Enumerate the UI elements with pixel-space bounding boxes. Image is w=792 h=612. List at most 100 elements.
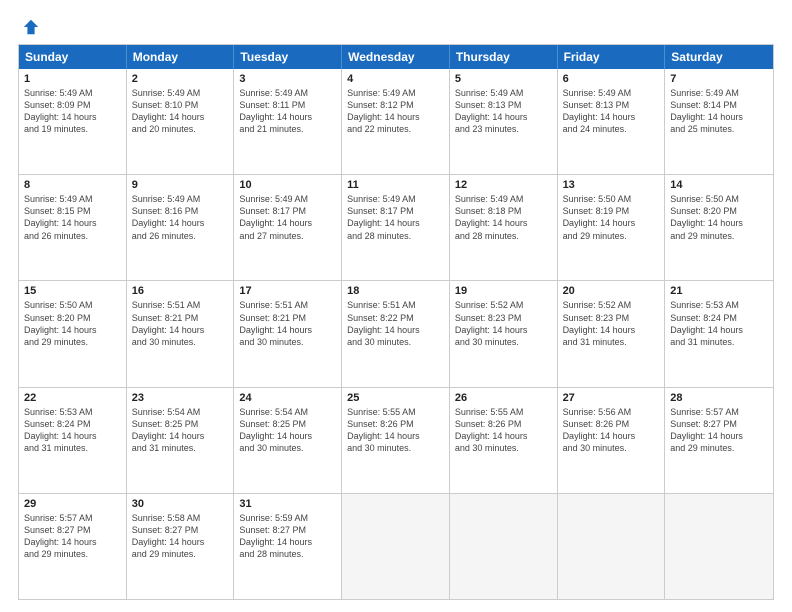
header-day-friday: Friday bbox=[558, 45, 666, 69]
day-cell-6: 6Sunrise: 5:49 AM Sunset: 8:13 PM Daylig… bbox=[558, 69, 666, 174]
day-number: 17 bbox=[239, 285, 336, 297]
header-day-sunday: Sunday bbox=[19, 45, 127, 69]
day-number: 30 bbox=[132, 498, 229, 510]
day-cell-20: 20 Sunrise: 5:52 AM Sunset: 8:23 PM Dayli… bbox=[558, 281, 666, 386]
day-number: 2 bbox=[132, 73, 229, 85]
day-number: 26 bbox=[455, 392, 552, 404]
calendar-row-1: 1 Sunrise: 5:49 AM Sunset: 8:09 PM Daylig… bbox=[19, 69, 773, 174]
day-cell-16: 16 Sunrise: 5:51 AM Sunset: 8:21 PM Dayli… bbox=[127, 281, 235, 386]
day-info: Sunrise: 5:49 AM Sunset: 8:16 PM Dayligh… bbox=[132, 193, 229, 242]
day-number: 28 bbox=[670, 392, 768, 404]
logo bbox=[18, 18, 40, 36]
day-cell-8: 8Sunrise: 5:49 AM Sunset: 8:15 PM Daylig… bbox=[19, 175, 127, 280]
empty-cell bbox=[665, 494, 773, 599]
day-info: Sunrise: 5:58 AM Sunset: 8:27 PM Dayligh… bbox=[132, 512, 229, 561]
day-number: 19 bbox=[455, 285, 552, 297]
empty-cell bbox=[450, 494, 558, 599]
day-cell-29: 29Sunrise: 5:57 AM Sunset: 8:27 PM Dayli… bbox=[19, 494, 127, 599]
day-number: 12 bbox=[455, 179, 552, 191]
day-number: 21 bbox=[670, 285, 768, 297]
day-cell-2: 2 Sunrise: 5:49 AM Sunset: 8:10 PM Daylig… bbox=[127, 69, 235, 174]
calendar-header: SundayMondayTuesdayWednesdayThursdayFrid… bbox=[19, 45, 773, 69]
day-info: Sunrise: 5:53 AM Sunset: 8:24 PM Dayligh… bbox=[670, 299, 768, 348]
day-cell-13: 13Sunrise: 5:50 AM Sunset: 8:19 PM Dayli… bbox=[558, 175, 666, 280]
day-cell-14: 14 Sunrise: 5:50 AM Sunset: 8:20 PM Dayli… bbox=[665, 175, 773, 280]
day-number: 23 bbox=[132, 392, 229, 404]
header-day-monday: Monday bbox=[127, 45, 235, 69]
day-number: 27 bbox=[563, 392, 660, 404]
day-cell-4: 4 Sunrise: 5:49 AM Sunset: 8:12 PM Daylig… bbox=[342, 69, 450, 174]
header-day-thursday: Thursday bbox=[450, 45, 558, 69]
calendar-row-5: 29Sunrise: 5:57 AM Sunset: 8:27 PM Dayli… bbox=[19, 493, 773, 599]
day-info: Sunrise: 5:50 AM Sunset: 8:20 PM Dayligh… bbox=[24, 299, 121, 348]
calendar-row-2: 8Sunrise: 5:49 AM Sunset: 8:15 PM Daylig… bbox=[19, 174, 773, 280]
day-info: Sunrise: 5:55 AM Sunset: 8:26 PM Dayligh… bbox=[347, 406, 444, 455]
empty-cell bbox=[342, 494, 450, 599]
day-number: 6 bbox=[563, 73, 660, 85]
day-info: Sunrise: 5:49 AM Sunset: 8:17 PM Dayligh… bbox=[347, 193, 444, 242]
day-cell-31: 31 Sunrise: 5:59 AM Sunset: 8:27 PM Dayli… bbox=[234, 494, 342, 599]
day-info: Sunrise: 5:51 AM Sunset: 8:22 PM Dayligh… bbox=[347, 299, 444, 348]
day-info: Sunrise: 5:49 AM Sunset: 8:09 PM Dayligh… bbox=[24, 87, 121, 136]
day-info: Sunrise: 5:49 AM Sunset: 8:17 PM Dayligh… bbox=[239, 193, 336, 242]
day-cell-25: 25 Sunrise: 5:55 AM Sunset: 8:26 PM Dayli… bbox=[342, 388, 450, 493]
day-info: Sunrise: 5:49 AM Sunset: 8:10 PM Dayligh… bbox=[132, 87, 229, 136]
day-number: 25 bbox=[347, 392, 444, 404]
day-number: 24 bbox=[239, 392, 336, 404]
day-cell-28: 28 Sunrise: 5:57 AM Sunset: 8:27 PM Dayli… bbox=[665, 388, 773, 493]
page: SundayMondayTuesdayWednesdayThursdayFrid… bbox=[0, 0, 792, 612]
day-info: Sunrise: 5:59 AM Sunset: 8:27 PM Dayligh… bbox=[239, 512, 336, 561]
day-info: Sunrise: 5:50 AM Sunset: 8:19 PM Dayligh… bbox=[563, 193, 660, 242]
day-cell-5: 5 Sunrise: 5:49 AM Sunset: 8:13 PM Daylig… bbox=[450, 69, 558, 174]
day-info: Sunrise: 5:52 AM Sunset: 8:23 PM Dayligh… bbox=[455, 299, 552, 348]
day-info: Sunrise: 5:53 AM Sunset: 8:24 PM Dayligh… bbox=[24, 406, 121, 455]
day-info: Sunrise: 5:50 AM Sunset: 8:20 PM Dayligh… bbox=[670, 193, 768, 242]
day-number: 1 bbox=[24, 73, 121, 85]
day-number: 4 bbox=[347, 73, 444, 85]
day-number: 20 bbox=[563, 285, 660, 297]
day-info: Sunrise: 5:49 AM Sunset: 8:18 PM Dayligh… bbox=[455, 193, 552, 242]
day-info: Sunrise: 5:49 AM Sunset: 8:14 PM Dayligh… bbox=[670, 87, 768, 136]
day-info: Sunrise: 5:57 AM Sunset: 8:27 PM Dayligh… bbox=[670, 406, 768, 455]
day-cell-21: 21 Sunrise: 5:53 AM Sunset: 8:24 PM Dayli… bbox=[665, 281, 773, 386]
day-cell-26: 26Sunrise: 5:55 AM Sunset: 8:26 PM Dayli… bbox=[450, 388, 558, 493]
day-number: 8 bbox=[24, 179, 121, 191]
day-info: Sunrise: 5:56 AM Sunset: 8:26 PM Dayligh… bbox=[563, 406, 660, 455]
day-cell-10: 10 Sunrise: 5:49 AM Sunset: 8:17 PM Dayli… bbox=[234, 175, 342, 280]
day-number: 15 bbox=[24, 285, 121, 297]
day-cell-9: 9Sunrise: 5:49 AM Sunset: 8:16 PM Daylig… bbox=[127, 175, 235, 280]
day-number: 31 bbox=[239, 498, 336, 510]
day-info: Sunrise: 5:57 AM Sunset: 8:27 PM Dayligh… bbox=[24, 512, 121, 561]
day-cell-19: 19 Sunrise: 5:52 AM Sunset: 8:23 PM Dayli… bbox=[450, 281, 558, 386]
day-cell-15: 15 Sunrise: 5:50 AM Sunset: 8:20 PM Dayli… bbox=[19, 281, 127, 386]
day-info: Sunrise: 5:54 AM Sunset: 8:25 PM Dayligh… bbox=[132, 406, 229, 455]
day-number: 18 bbox=[347, 285, 444, 297]
day-cell-17: 17Sunrise: 5:51 AM Sunset: 8:21 PM Dayli… bbox=[234, 281, 342, 386]
day-cell-7: 7 Sunrise: 5:49 AM Sunset: 8:14 PM Daylig… bbox=[665, 69, 773, 174]
day-cell-3: 3Sunrise: 5:49 AM Sunset: 8:11 PM Daylig… bbox=[234, 69, 342, 174]
day-number: 14 bbox=[670, 179, 768, 191]
calendar-body: 1 Sunrise: 5:49 AM Sunset: 8:09 PM Daylig… bbox=[19, 69, 773, 599]
header-day-tuesday: Tuesday bbox=[234, 45, 342, 69]
day-number: 5 bbox=[455, 73, 552, 85]
day-cell-27: 27 Sunrise: 5:56 AM Sunset: 8:26 PM Dayli… bbox=[558, 388, 666, 493]
day-cell-12: 12 Sunrise: 5:49 AM Sunset: 8:18 PM Dayli… bbox=[450, 175, 558, 280]
day-info: Sunrise: 5:51 AM Sunset: 8:21 PM Dayligh… bbox=[132, 299, 229, 348]
header-day-wednesday: Wednesday bbox=[342, 45, 450, 69]
day-cell-23: 23 Sunrise: 5:54 AM Sunset: 8:25 PM Dayli… bbox=[127, 388, 235, 493]
calendar-row-4: 22 Sunrise: 5:53 AM Sunset: 8:24 PM Dayli… bbox=[19, 387, 773, 493]
day-cell-1: 1 Sunrise: 5:49 AM Sunset: 8:09 PM Daylig… bbox=[19, 69, 127, 174]
logo-icon bbox=[22, 18, 40, 36]
day-number: 22 bbox=[24, 392, 121, 404]
day-info: Sunrise: 5:49 AM Sunset: 8:12 PM Dayligh… bbox=[347, 87, 444, 136]
day-number: 10 bbox=[239, 179, 336, 191]
day-number: 16 bbox=[132, 285, 229, 297]
day-info: Sunrise: 5:52 AM Sunset: 8:23 PM Dayligh… bbox=[563, 299, 660, 348]
day-cell-18: 18 Sunrise: 5:51 AM Sunset: 8:22 PM Dayli… bbox=[342, 281, 450, 386]
day-cell-22: 22 Sunrise: 5:53 AM Sunset: 8:24 PM Dayli… bbox=[19, 388, 127, 493]
day-info: Sunrise: 5:49 AM Sunset: 8:13 PM Dayligh… bbox=[455, 87, 552, 136]
header-day-saturday: Saturday bbox=[665, 45, 773, 69]
day-number: 7 bbox=[670, 73, 768, 85]
day-info: Sunrise: 5:49 AM Sunset: 8:11 PM Dayligh… bbox=[239, 87, 336, 136]
day-cell-30: 30 Sunrise: 5:58 AM Sunset: 8:27 PM Dayli… bbox=[127, 494, 235, 599]
